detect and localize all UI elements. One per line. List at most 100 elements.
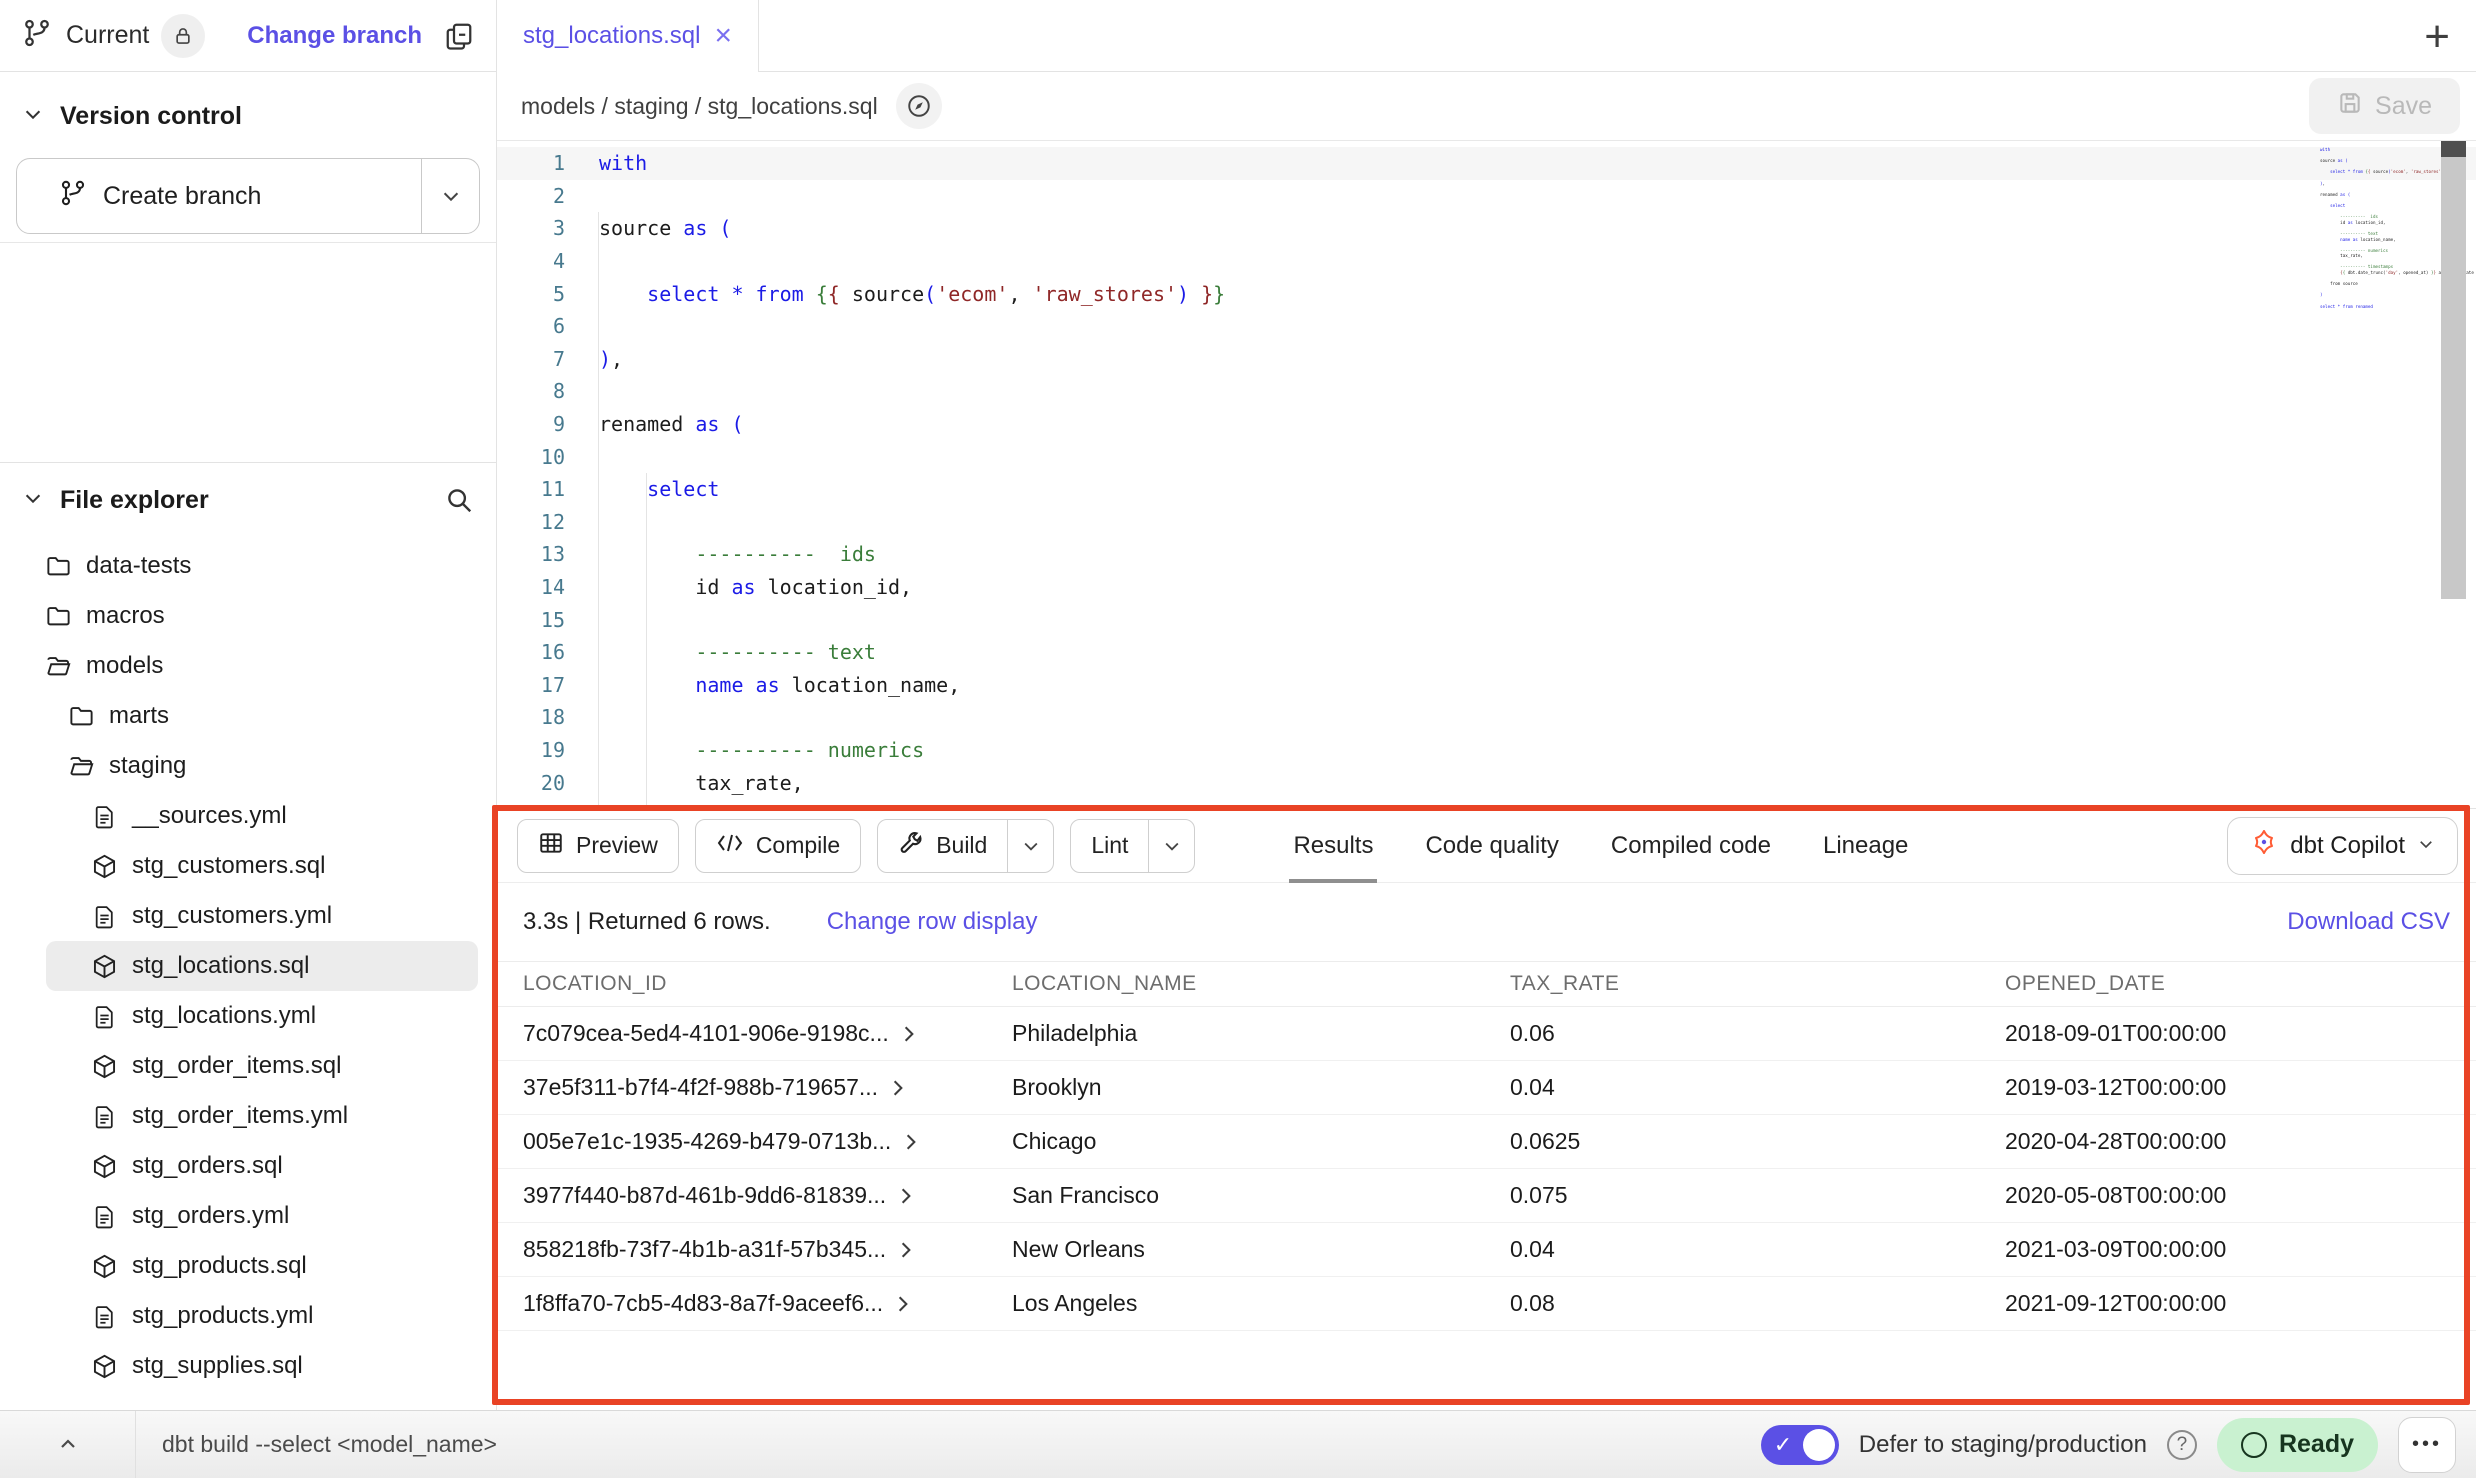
results-tab-results[interactable]: Results (1267, 809, 1399, 883)
lint-button[interactable]: Lint (1070, 819, 1195, 873)
code-line-12[interactable]: 12 (497, 506, 2476, 539)
preview-button[interactable]: Preview (517, 819, 679, 873)
line-number: 5 (497, 282, 589, 306)
file-item-stg_customers.yml[interactable]: stg_customers.yml (18, 891, 478, 941)
command-input[interactable]: dbt build --select <model_name> (162, 1431, 497, 1458)
row-expand-chevron-icon[interactable] (905, 1133, 917, 1151)
results-table: LOCATION_IDLOCATION_NAMETAX_RATEOPENED_D… (497, 961, 2476, 1331)
code-line-2[interactable]: 2 (497, 180, 2476, 213)
lint-caret[interactable] (1148, 820, 1194, 872)
file-item-models[interactable]: models (18, 641, 478, 691)
code-line-20[interactable]: 20 tax_rate, (497, 766, 2476, 799)
table-row[interactable]: 37e5f311-b7f4-4f2f-988b-719657...Brookly… (497, 1061, 2476, 1115)
file-item-stg_products.sql[interactable]: stg_products.sql (18, 1241, 478, 1291)
tab-stg-locations-sql[interactable]: stg_locations.sql × (497, 0, 759, 72)
copy-icon[interactable] (444, 21, 474, 51)
code-line-17[interactable]: 17 name as location_name, (497, 669, 2476, 702)
new-tab-button[interactable]: + (2424, 12, 2450, 62)
file-item-stg_order_items.yml[interactable]: stg_order_items.yml (18, 1091, 478, 1141)
cell-location-id: 005e7e1c-1935-4269-b479-0713b... (523, 1128, 1012, 1155)
file-item-staging[interactable]: staging (18, 741, 478, 791)
file-item-stg_orders.yml[interactable]: stg_orders.yml (18, 1191, 478, 1241)
code-line-8[interactable]: 8 (497, 375, 2476, 408)
cell-opened-date: 2021-03-09T00:00:00 (2005, 1236, 2476, 1263)
file-item-stg_locations.sql[interactable]: stg_locations.sql (46, 941, 478, 991)
compile-button[interactable]: Compile (695, 819, 861, 873)
lineage-compass-icon[interactable] (896, 83, 942, 129)
save-button[interactable]: Save (2309, 78, 2460, 134)
file-item-marts[interactable]: marts (18, 691, 478, 741)
code-line-16[interactable]: 16 ---------- text (497, 636, 2476, 669)
file-item-stg_order_items.sql[interactable]: stg_order_items.sql (18, 1041, 478, 1091)
row-expand-chevron-icon[interactable] (900, 1187, 912, 1205)
code-line-18[interactable]: 18 (497, 701, 2476, 734)
build-button[interactable]: Build (877, 819, 1054, 873)
table-row[interactable]: 1f8ffa70-7cb5-4d83-8a7f-9aceef6...Los An… (497, 1277, 2476, 1331)
line-number: 17 (497, 673, 589, 697)
change-row-display-link[interactable]: Change row display (827, 908, 1038, 936)
table-row[interactable]: 7c079cea-5ed4-4101-906e-9198c...Philadel… (497, 1007, 2476, 1061)
file-item-__sources.yml[interactable]: __sources.yml (18, 791, 478, 841)
row-expand-chevron-icon[interactable] (892, 1079, 904, 1097)
search-icon[interactable] (444, 485, 474, 515)
code-line-13[interactable]: 13 ---------- ids (497, 538, 2476, 571)
row-expand-chevron-icon[interactable] (897, 1295, 909, 1313)
editor-scrollbar[interactable] (2441, 141, 2466, 599)
file-item-stg_products.yml[interactable]: stg_products.yml (18, 1291, 478, 1341)
code-line-19[interactable]: 19 ---------- numerics (497, 734, 2476, 767)
chevron-down-icon (2417, 832, 2435, 860)
file-item-label: stg_order_items.yml (132, 1102, 348, 1130)
version-control-header[interactable]: Version control (0, 88, 496, 144)
file-item-macros[interactable]: macros (18, 591, 478, 641)
results-tab-lineage[interactable]: Lineage (1797, 809, 1934, 883)
sidebar: Current Change branch Version control Cr… (0, 0, 497, 1410)
change-branch-link[interactable]: Change branch (247, 22, 422, 50)
scrollbar-thumb[interactable] (2441, 141, 2466, 157)
table-row[interactable]: 005e7e1c-1935-4269-b479-0713b...Chicago0… (497, 1115, 2476, 1169)
code-line-15[interactable]: 15 (497, 603, 2476, 636)
table-row[interactable]: 3977f440-b87d-461b-9dd6-81839...San Fran… (497, 1169, 2476, 1223)
file-item-stg_locations.yml[interactable]: stg_locations.yml (18, 991, 478, 1041)
help-icon[interactable]: ? (2167, 1430, 2197, 1460)
results-tab-compiled-code[interactable]: Compiled code (1585, 809, 1797, 883)
results-tab-code-quality[interactable]: Code quality (1399, 809, 1584, 883)
dbt-copilot-button[interactable]: dbt Copilot (2227, 817, 2458, 875)
code-line-9[interactable]: 9renamed as ( (497, 408, 2476, 441)
code-line-1[interactable]: 1with (497, 147, 2476, 180)
code-line-4[interactable]: 4 (497, 245, 2476, 278)
create-branch-main[interactable]: Create branch (17, 159, 421, 233)
collapse-panel-button[interactable] (0, 1411, 136, 1478)
cell-opened-date: 2018-09-01T00:00:00 (2005, 1020, 2476, 1047)
code-line-14[interactable]: 14 id as location_id, (497, 571, 2476, 604)
code-editor[interactable]: 1with23source as ( 4 5 select * from {{ so… (497, 141, 2476, 808)
code-line-11[interactable]: 11 select (497, 473, 2476, 506)
defer-toggle[interactable]: ✓ (1761, 1425, 1839, 1465)
code-text: id as location_id, (589, 575, 912, 599)
save-label: Save (2375, 92, 2432, 121)
create-branch-button[interactable]: Create branch (16, 158, 480, 234)
file-item-stg_supplies.sql[interactable]: stg_supplies.sql (18, 1341, 478, 1391)
row-expand-chevron-icon[interactable] (903, 1025, 915, 1043)
code-line-7[interactable]: 7), (497, 343, 2476, 376)
build-caret[interactable] (1007, 820, 1053, 872)
code-line-10[interactable]: 10 (497, 440, 2476, 473)
create-branch-caret[interactable] (421, 159, 479, 233)
table-row[interactable]: 858218fb-73f7-4b1b-a31f-57b345...New Orl… (497, 1223, 2476, 1277)
download-csv-link[interactable]: Download CSV (2287, 908, 2450, 936)
line-number: 4 (497, 249, 589, 273)
cell-location-id: 7c079cea-5ed4-4101-906e-9198c... (523, 1020, 1012, 1047)
line-number: 13 (497, 542, 589, 566)
close-icon[interactable]: × (714, 21, 732, 51)
code-line-6[interactable]: 6 (497, 310, 2476, 343)
minimap[interactable]: with source as ( select * from {{ source… (2320, 147, 2430, 309)
file-explorer-header[interactable]: File explorer (0, 463, 496, 537)
code-line-3[interactable]: 3source as ( (497, 212, 2476, 245)
row-expand-chevron-icon[interactable] (900, 1241, 912, 1259)
overflow-menu-button[interactable]: ••• (2398, 1417, 2456, 1473)
file-item-stg_orders.sql[interactable]: stg_orders.sql (18, 1141, 478, 1191)
file-item-data-tests[interactable]: data-tests (18, 541, 478, 591)
code-line-5[interactable]: 5 select * from {{ source('ecom', 'raw_s… (497, 277, 2476, 310)
model-icon (90, 853, 118, 880)
line-number: 10 (497, 445, 589, 469)
file-item-stg_customers.sql[interactable]: stg_customers.sql (18, 841, 478, 891)
